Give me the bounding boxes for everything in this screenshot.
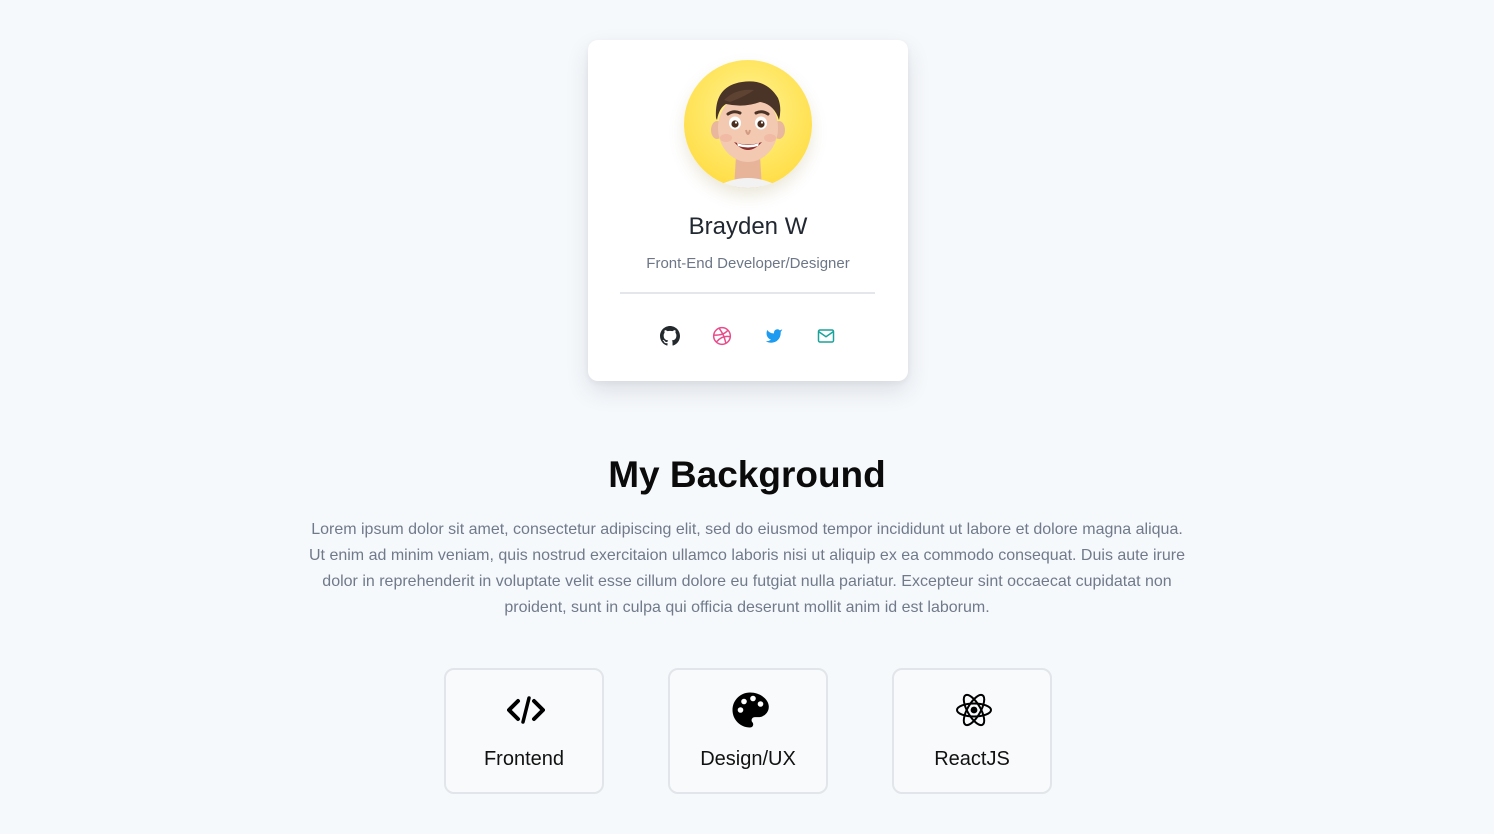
skill-card-reactjs[interactable]: ReactJS [892, 668, 1052, 794]
dribbble-icon [712, 326, 732, 346]
react-icon [954, 690, 994, 730]
github-icon [660, 326, 680, 346]
github-link[interactable] [660, 324, 680, 348]
memoji-avatar-image [711, 81, 785, 188]
skill-card-design[interactable]: Design/UX [668, 668, 828, 794]
palette-icon [730, 690, 770, 730]
profile-name: Brayden W [688, 213, 808, 240]
profile-role: Front-End Developer/Designer [646, 255, 850, 272]
dribbble-link[interactable] [712, 324, 732, 348]
skill-card-frontend[interactable]: Frontend [444, 668, 604, 794]
twitter-link[interactable] [764, 324, 784, 348]
skill-label: Design/UX [700, 748, 796, 770]
page: Brayden W Front-End Developer/Designer M… [0, 0, 1494, 834]
skill-label: Frontend [483, 748, 565, 770]
divider [620, 292, 875, 294]
avatar [684, 60, 812, 188]
section-description: Lorem ipsum dolor sit amet, consectetur … [309, 521, 1185, 616]
skills-list: Frontend Design/UX ReactJS [444, 668, 1052, 794]
email-link[interactable] [816, 324, 836, 348]
mail-icon [817, 329, 835, 343]
profile-card: Brayden W Front-End Developer/Designer [588, 40, 908, 381]
code-icon [506, 690, 546, 730]
skill-label: ReactJS [934, 748, 1010, 770]
section-title: My Background [608, 454, 886, 495]
social-links [588, 324, 908, 348]
twitter-icon [765, 329, 783, 343]
